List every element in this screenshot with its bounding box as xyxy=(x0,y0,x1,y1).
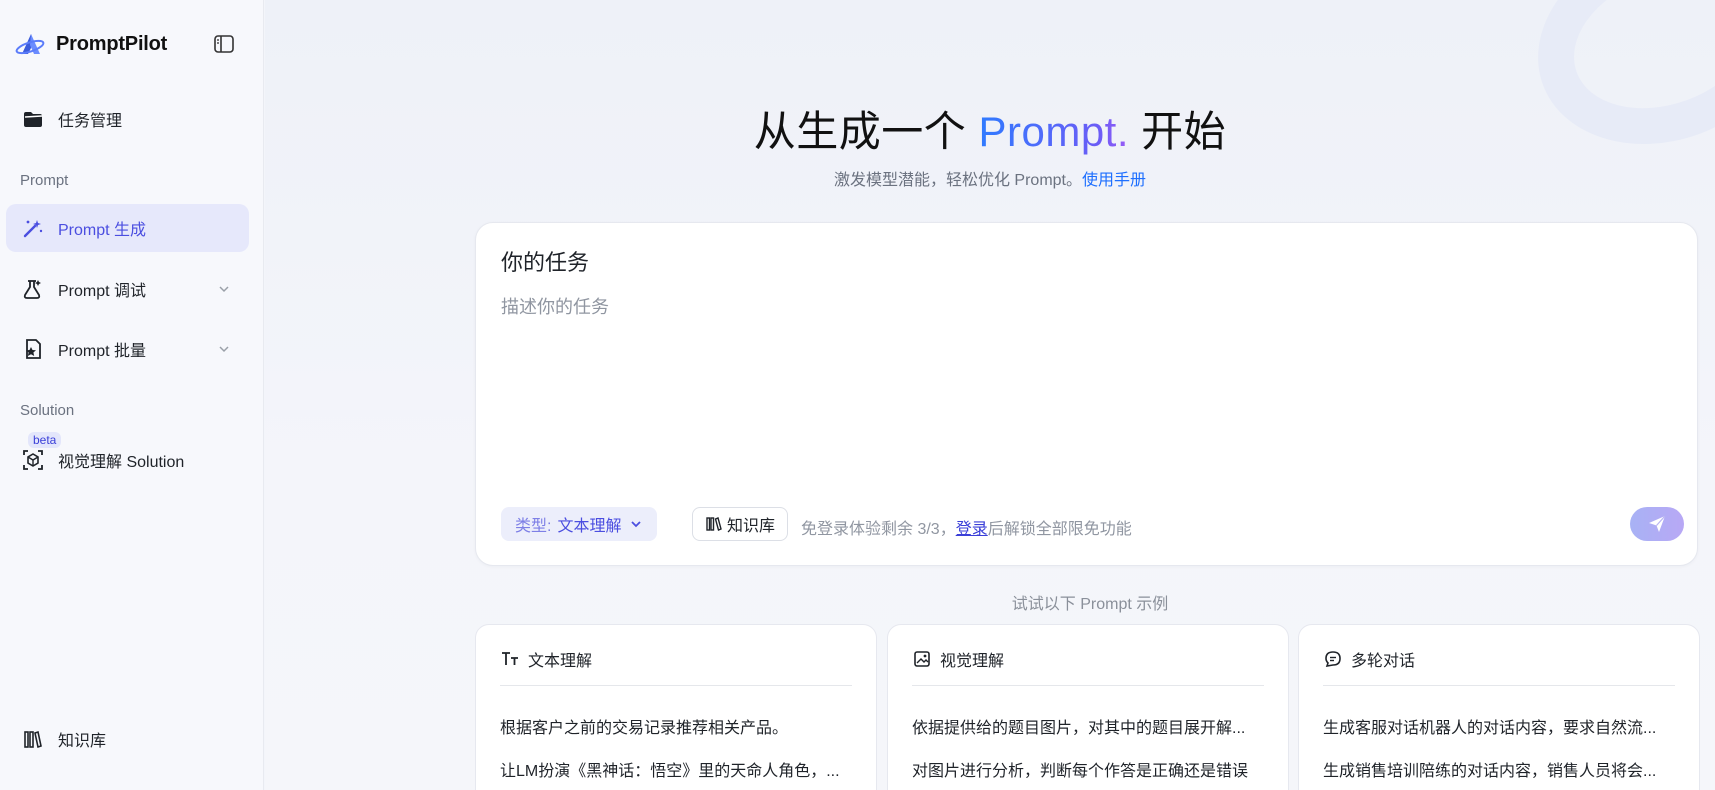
sidebar-item-label: Prompt 批量 xyxy=(58,343,147,360)
trial-notice: 免登录体验剩余 3/3，登录后解锁全部限免功能 xyxy=(801,515,1132,539)
example-card-title: 视觉理解 xyxy=(940,653,1005,670)
task-input[interactable] xyxy=(501,293,1671,453)
example-card-dialogue[interactable]: 多轮对话 生成客服对话机器人的对话内容，要求自然流... 生成销售培训陪练的对话… xyxy=(1298,624,1700,790)
brand-name: PromptPilot xyxy=(56,32,168,55)
title-pre: 从生成一个 xyxy=(753,108,979,155)
example-prompt-item[interactable]: 生成客服对话机器人的对话内容，要求自然流... xyxy=(1323,714,1675,738)
sidebar-item-prompt-generate[interactable]: Prompt 生成 xyxy=(6,204,249,252)
sidebar-item-label: Prompt 生成 xyxy=(58,222,147,239)
examples-label: 试试以下 Prompt 示例 xyxy=(1011,596,1169,613)
chevron-down-icon xyxy=(631,521,642,528)
example-card-header: 多轮对话 xyxy=(1323,647,1415,671)
example-card-header: 视觉理解 xyxy=(912,647,1004,671)
sidebar-item-prompt-debug[interactable]: Prompt 调试 xyxy=(6,265,249,313)
divider xyxy=(500,685,852,686)
star-document-icon xyxy=(20,336,46,362)
chevron-down-icon xyxy=(219,286,229,293)
promptpilot-logo-icon xyxy=(15,34,45,55)
trial-notice-post: 后解锁全部限免功能 xyxy=(987,521,1132,538)
sidebar: PromptPilot 任务管理 Prompt Prompt 生成 Prompt… xyxy=(0,0,264,790)
page-title: 从生成一个 Prompt. 开始 xyxy=(265,98,1715,159)
books-icon xyxy=(20,726,46,752)
sidebar-item-label: 知识库 xyxy=(58,733,107,750)
example-prompt-item[interactable]: 让LM扮演《黑神话：悟空》里的天命人角色，... xyxy=(500,757,852,781)
subtitle-text: 激发模型潜能，轻松优化 Prompt。 xyxy=(833,172,1082,189)
sidebar-item-label: 视觉理解 Solution xyxy=(58,454,185,471)
main-content: 从生成一个 Prompt. 开始 激发模型潜能，轻松优化 Prompt。使用手册… xyxy=(265,0,1715,790)
type-select-label: 类型: xyxy=(515,518,552,535)
title-accent: Prompt. xyxy=(978,108,1130,155)
chevron-down-icon xyxy=(219,346,229,353)
text-type-icon xyxy=(500,649,520,669)
example-prompt-item[interactable]: 依据提供给的题目图片，对其中的题目展开解... xyxy=(912,714,1264,738)
sidebar-item-label: Prompt 调试 xyxy=(58,283,147,300)
magic-wand-icon xyxy=(20,215,46,241)
send-button[interactable] xyxy=(1630,507,1684,541)
flask-icon xyxy=(20,276,46,302)
brand[interactable]: PromptPilot xyxy=(14,28,167,60)
example-card-title: 多轮对话 xyxy=(1351,653,1416,670)
sidebar-item-label: 任务管理 xyxy=(58,113,123,130)
knowledge-base-button-label: 知识库 xyxy=(727,518,776,535)
folder-icon xyxy=(20,106,46,132)
login-link[interactable]: 登录 xyxy=(956,521,988,538)
example-card-title: 文本理解 xyxy=(528,653,593,670)
sidebar-panel-icon xyxy=(214,35,234,53)
trial-notice-pre: 免登录体验剩余 3/3， xyxy=(801,521,956,538)
divider xyxy=(1323,685,1675,686)
example-prompt-item[interactable]: 生成销售培训陪练的对话内容，销售人员将会... xyxy=(1323,757,1675,781)
sidebar-item-prompt-batch[interactable]: Prompt 批量 xyxy=(6,325,249,373)
type-select-value: 文本理解 xyxy=(557,518,622,535)
example-prompt-item[interactable]: 根据客户之前的交易记录推荐相关产品。 xyxy=(500,714,852,738)
example-card-header: 文本理解 xyxy=(500,647,592,671)
chat-bubble-icon xyxy=(1323,649,1343,669)
beta-badge: beta xyxy=(28,432,62,448)
task-title: 你的任务 xyxy=(501,250,590,275)
sidebar-item-knowledge-base[interactable]: 知识库 xyxy=(6,715,249,763)
books-icon xyxy=(706,517,722,531)
section-label-solution: Solution xyxy=(20,402,75,419)
example-prompt-item[interactable]: 对图片进行分析，判断每个作答是正确还是错误 xyxy=(912,757,1264,781)
task-card: 你的任务 类型: 文本理解 知识库 免登录体验剩余 3/3，登录后解锁全部限免功… xyxy=(475,222,1698,566)
type-select[interactable]: 类型: 文本理解 xyxy=(501,507,658,541)
divider xyxy=(912,685,1264,686)
cube-scan-icon xyxy=(20,447,46,473)
example-card-visual[interactable]: 视觉理解 依据提供给的题目图片，对其中的题目展开解... 对图片进行分析，判断每… xyxy=(887,624,1289,790)
send-icon xyxy=(1649,515,1666,532)
knowledge-base-button[interactable]: 知识库 xyxy=(692,507,789,541)
sidebar-toggle-button[interactable] xyxy=(212,33,236,55)
example-card-text[interactable]: 文本理解 根据客户之前的交易记录推荐相关产品。 让LM扮演《黑神话：悟空》里的天… xyxy=(475,624,877,790)
manual-link[interactable]: 使用手册 xyxy=(1082,172,1146,189)
section-label-prompt: Prompt xyxy=(20,172,69,189)
page-subtitle: 激发模型潜能，轻松优化 Prompt。使用手册 xyxy=(265,166,1715,190)
title-post: 开始 xyxy=(1129,108,1227,155)
image-icon xyxy=(912,649,932,669)
sidebar-item-task-management[interactable]: 任务管理 xyxy=(6,95,249,143)
